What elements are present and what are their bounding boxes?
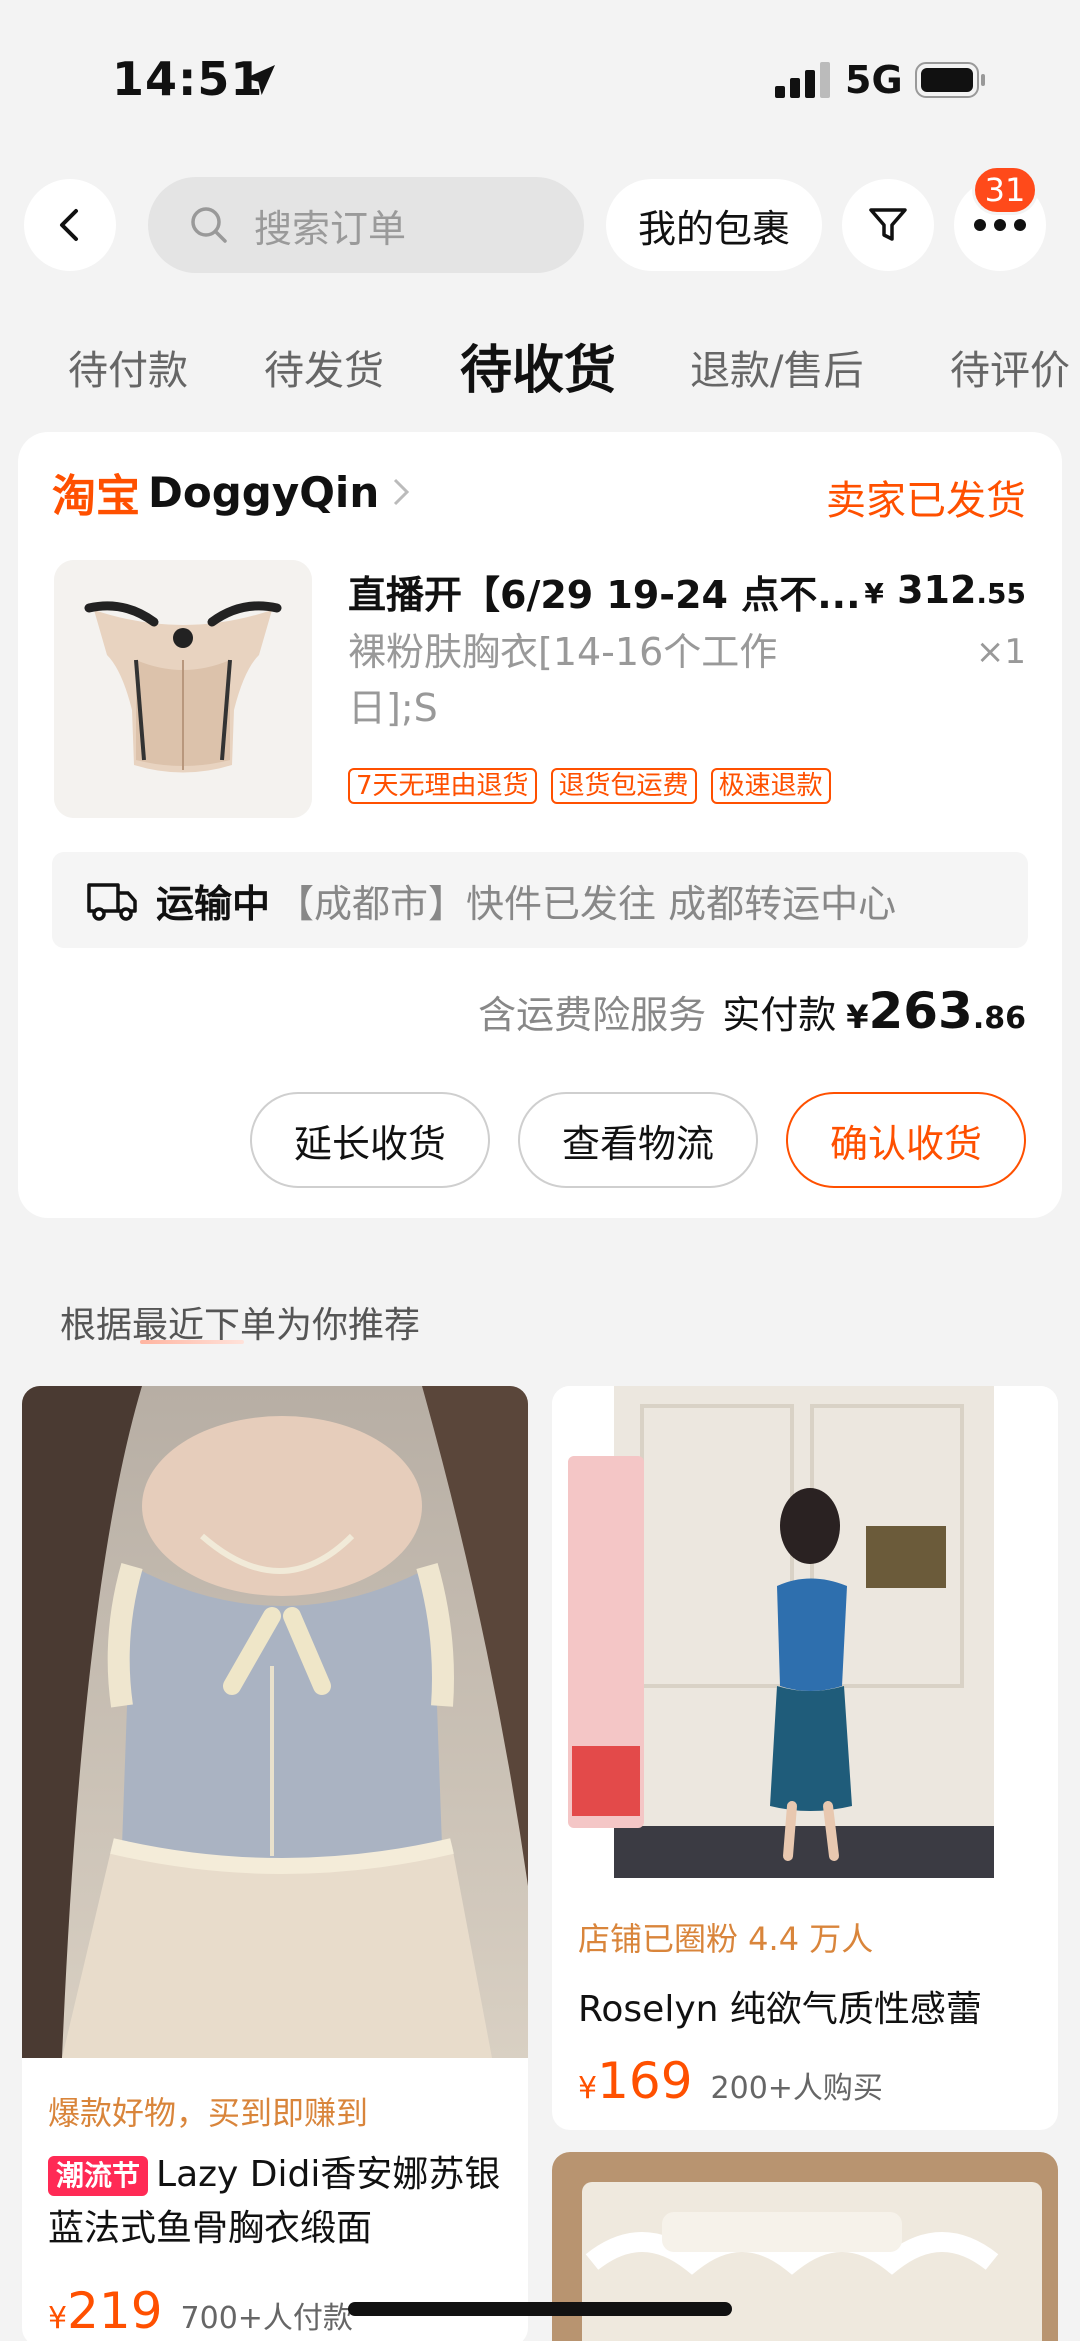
shipping-status: 运输中 <box>156 881 271 926</box>
tab-pending-shipment[interactable]: 待发货 <box>264 338 384 396</box>
filter-icon <box>869 208 907 241</box>
order-tabs: 待付款 待发货 待收货 退款/售后 待评价 <box>0 320 1080 410</box>
corset-product-image <box>54 560 312 818</box>
tab-refund-aftersale[interactable]: 退款/售后 <box>690 338 863 396</box>
search-icon <box>191 207 227 243</box>
search-input[interactable]: 搜索订单 <box>148 177 584 273</box>
product-quantity: ×1 <box>975 632 1026 672</box>
search-placeholder: 搜索订单 <box>254 206 407 251</box>
battery-icon <box>915 62 985 98</box>
filter-button[interactable] <box>842 179 934 271</box>
shop-link[interactable]: 淘宝 DoggyQin <box>52 462 411 522</box>
network-type: 5G <box>845 58 903 102</box>
tab-pending-receipt[interactable]: 待收货 <box>460 328 616 403</box>
extend-receipt-button[interactable]: 延长收货 <box>250 1092 490 1188</box>
sold-count: 200+人购买 <box>710 2071 883 2106</box>
order-status: 卖家已发货 <box>826 478 1026 524</box>
taobao-logo: 淘宝 <box>52 471 140 522</box>
product-image[interactable] <box>54 560 312 818</box>
product-card-right[interactable]: 店铺已圈粉 4.4 万人 Roselyn 纯欲气质性感蕾 ¥ 169 200+人… <box>552 1386 1058 2130</box>
shipping-detail: 【成都市】快件已发往 成都转运中心 <box>276 881 897 926</box>
recommendation-section: 根据最近下单为你推荐 爆款好物，买到即赚到 潮流节 Lazy Didi香安娜苏银… <box>0 1244 1080 2341</box>
view-logistics-button[interactable]: 查看物流 <box>518 1092 758 1188</box>
delivery-truck-icon <box>87 883 137 921</box>
paid-amount: 263 <box>868 982 973 1040</box>
product-title[interactable]: 直播开【6/29 19-24 点不... <box>348 564 868 619</box>
tab-pending-payment[interactable]: 待付款 <box>68 338 188 396</box>
insurance-label: 含运费险服务 <box>478 993 707 1037</box>
product-card-title[interactable]: 潮流节 Lazy Didi香安娜苏银蓝法式鱼骨胸衣缎面 <box>48 2148 508 2256</box>
confirm-receipt-button[interactable]: 确认收货 <box>786 1092 1026 1188</box>
back-button[interactable] <box>24 179 116 271</box>
order-card[interactable]: 淘宝 DoggyQin 卖家已发货 直播开【6/29 19-24 点不... ¥… <box>18 432 1062 1218</box>
promo-text: 爆款好物，买到即赚到 <box>48 2094 369 2132</box>
blue-corset-dress-photo <box>552 1386 1058 1878</box>
paid-label: 实付款 <box>722 993 837 1037</box>
tag-fast-refund: 极速退款 <box>710 768 831 804</box>
top-nav: 搜索订单 我的包裹 31 <box>0 165 1080 275</box>
tag-seven-day-return: 7天无理由退货 <box>348 768 537 804</box>
title-underline <box>140 1340 244 1344</box>
notification-badge: 31 <box>972 165 1038 215</box>
sold-count: 700+人付款 <box>180 2301 353 2336</box>
product-spec: 裸粉肤胸衣[14-16个工作日];S <box>348 630 778 730</box>
chevron-right-icon <box>394 478 410 506</box>
more-dots-icon <box>974 219 1026 231</box>
location-arrow-icon <box>245 65 275 95</box>
product-card-price: ¥ 219 700+人付款 <box>48 2282 353 2340</box>
tab-pending-review[interactable]: 待评价 <box>950 338 1070 396</box>
lace-corset-photo <box>22 1386 528 2058</box>
payment-summary: 含运费险服务 实付款 ¥ 263 .86 <box>478 982 1026 1040</box>
product-card-title[interactable]: Roselyn 纯欲气质性感蕾 <box>578 1980 1048 2032</box>
promo-text: 店铺已圈粉 4.4 万人 <box>578 1920 874 1958</box>
product-card-left[interactable]: 爆款好物，买到即赚到 潮流节 Lazy Didi香安娜苏银蓝法式鱼骨胸衣缎面 ¥ … <box>22 1386 528 2341</box>
shop-name: DoggyQin <box>148 467 380 517</box>
my-packages-button[interactable]: 我的包裹 <box>606 179 822 271</box>
status-bar: 14:51 5G <box>0 0 1080 150</box>
chevron-left-icon <box>60 209 78 241</box>
product-price: ¥ 312.55 <box>864 568 1026 612</box>
tag-free-return-shipping: 退货包运费 <box>550 768 697 804</box>
cellular-signal-icon <box>775 62 830 98</box>
shipping-status-bar[interactable]: 运输中 【成都市】快件已发往 成都转运中心 <box>52 852 1028 948</box>
trend-festival-tag: 潮流节 <box>48 2156 149 2196</box>
service-tags: 7天无理由退货 退货包运费 极速退款 <box>348 768 831 804</box>
home-indicator[interactable] <box>348 2302 732 2316</box>
product-card-price: ¥ 169 200+人购买 <box>578 2052 883 2110</box>
